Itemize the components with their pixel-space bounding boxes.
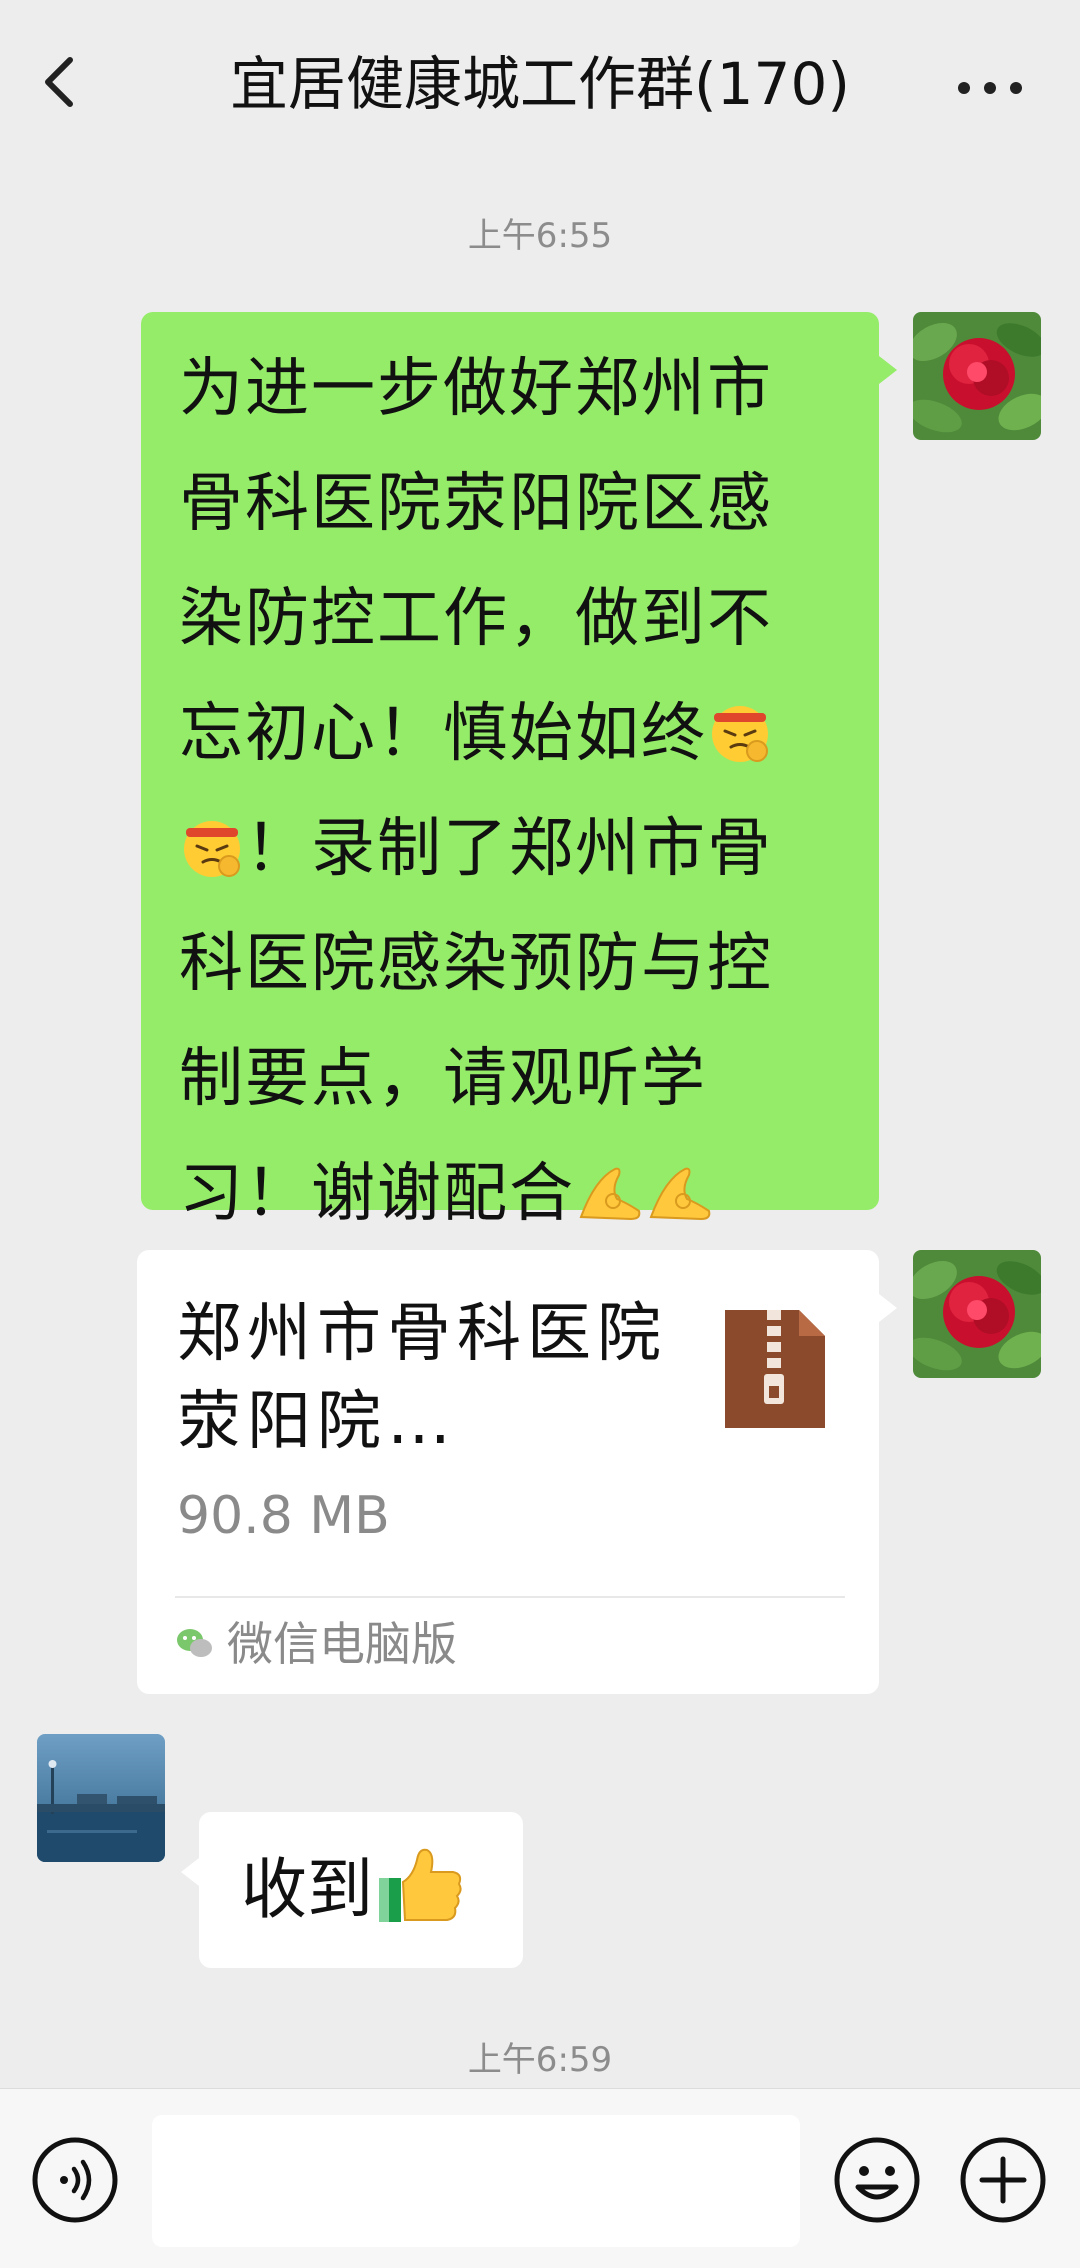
message-line: 为进一步做好郑州市 <box>179 352 773 426</box>
ok-hand-emoji <box>579 1167 641 1221</box>
voice-icon <box>32 2137 118 2223</box>
message-line: 科医院感染预防与控 <box>179 927 773 1001</box>
back-button[interactable] <box>30 40 90 124</box>
file-name: 郑州市骨科医院荥阳院… <box>177 1297 667 1459</box>
message-line: 骨科医院荥阳院区感 <box>179 467 773 541</box>
incoming-message-bubble[interactable]: 收到 <box>181 1812 523 1968</box>
message-line: 习！谢谢配合 <box>179 1157 575 1231</box>
chat-screen: 宜居健康城工作群(170) 上午6:55 为进一步做好郑州市 骨科医院荥阳院区感… <box>0 0 1080 2268</box>
input-bar <box>0 2088 1080 2268</box>
plus-circle-icon <box>960 2137 1046 2223</box>
chevron-left-icon <box>45 57 73 107</box>
wechat-icon <box>175 1626 213 1660</box>
self-avatar[interactable] <box>913 312 1041 440</box>
smiley-icon <box>834 2137 920 2223</box>
outgoing-message-bubble[interactable]: 为进一步做好郑州市 骨科医院荥阳院区感 染防控工作，做到不 忘初心！慎始如终 ！… <box>141 312 897 1231</box>
divider <box>175 1596 845 1598</box>
determined-face-emoji <box>184 821 240 877</box>
chat-title: 宜居健康城工作群(170) <box>230 50 850 118</box>
voice-input-button[interactable] <box>30 2135 120 2225</box>
message-line: ！录制了郑州市骨 <box>245 812 773 886</box>
timestamp: 上午6:55 <box>467 216 613 256</box>
message-text: 为进一步做好郑州市 骨科医院荥阳院区感 染防控工作，做到不 忘初心！慎始如终 ！… <box>179 332 859 1252</box>
harbor-night-avatar <box>37 1734 165 1862</box>
more-options-button[interactable] <box>950 60 1030 110</box>
message-line-with-emoji: ！录制了郑州市骨 <box>179 792 859 907</box>
message-line-with-emoji: 习！谢谢配合 <box>179 1137 859 1252</box>
determined-face-emoji <box>712 706 768 762</box>
zip-file-icon <box>719 1306 831 1432</box>
message-input[interactable] <box>152 2115 800 2247</box>
timestamp: 上午6:59 <box>467 2040 613 2080</box>
ellipsis-icon <box>958 82 1022 94</box>
message-line: 制要点，请观听学 <box>179 1042 707 1116</box>
member-avatar[interactable] <box>37 1734 165 1862</box>
reply-text-with-emoji: 收到 <box>241 1812 465 1968</box>
reply-text: 收到 <box>241 1851 373 1928</box>
message-line: 染防控工作，做到不 <box>179 582 773 656</box>
message-line: 忘初心！慎始如终 <box>179 697 707 771</box>
file-message-card[interactable]: 郑州市骨科医院荥阳院… 90.8 MB 微信电脑版 <box>137 1250 897 1694</box>
self-avatar[interactable] <box>913 1250 1041 1378</box>
more-functions-button[interactable] <box>958 2135 1048 2225</box>
thumbs-up-emoji <box>379 1848 462 1922</box>
peony-flower-avatar <box>913 1250 1041 1378</box>
file-size: 90.8 MB <box>177 1486 390 1546</box>
emoji-button[interactable] <box>832 2135 922 2225</box>
file-source-label: 微信电脑版 <box>227 1617 457 1671</box>
ok-hand-emoji <box>649 1167 711 1221</box>
chat-header: 宜居健康城工作群(170) <box>0 0 1080 160</box>
peony-flower-avatar <box>913 312 1041 440</box>
message-line-with-emoji: 忘初心！慎始如终 <box>179 677 859 792</box>
